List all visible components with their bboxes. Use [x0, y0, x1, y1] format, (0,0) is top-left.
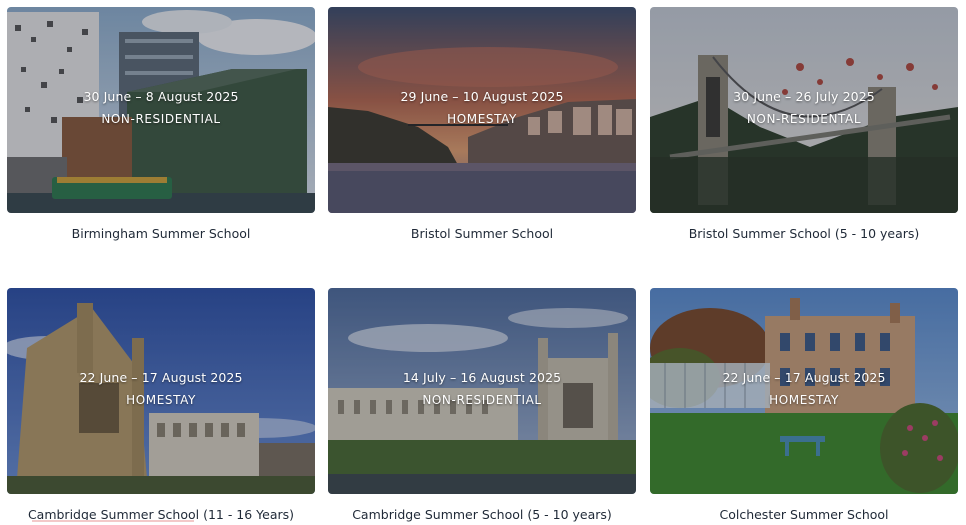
course-card-bristol-juniors[interactable]: 30 June – 26 July 2025 NON-RESIDENTAL Br…: [650, 7, 958, 241]
course-dates: 29 June – 10 August 2025: [400, 89, 564, 104]
course-accommodation-type: NON-RESIDENTAL: [746, 112, 862, 126]
course-image-cambridge-juniors[interactable]: 14 July – 16 August 2025 NON-RESIDENTIAL: [328, 288, 636, 494]
course-image-bristol-juniors[interactable]: 30 June – 26 July 2025 NON-RESIDENTAL: [650, 7, 958, 213]
course-title[interactable]: Bristol Summer School (5 - 10 years): [650, 226, 958, 241]
course-grid: 30 June – 8 August 2025 NON-RESIDENTIAL …: [0, 0, 966, 525]
course-dates: 22 June – 17 August 2025: [79, 370, 243, 385]
course-overlay: 30 June – 8 August 2025 NON-RESIDENTIAL: [7, 89, 315, 126]
course-accommodation-type: NON-RESIDENTIAL: [422, 393, 542, 407]
course-title[interactable]: Bristol Summer School: [328, 226, 636, 241]
course-image-birmingham[interactable]: 30 June – 8 August 2025 NON-RESIDENTIAL: [7, 7, 315, 213]
course-dates: 22 June – 17 August 2025: [722, 370, 886, 385]
course-card-colchester[interactable]: 22 June – 17 August 2025 HOMESTAY Colche…: [650, 288, 958, 522]
course-title[interactable]: Cambridge Summer School (5 - 10 years): [328, 507, 636, 522]
course-overlay: 29 June – 10 August 2025 HOMESTAY: [328, 89, 636, 126]
course-overlay: 30 June – 26 July 2025 NON-RESIDENTAL: [650, 89, 958, 126]
course-dates: 30 June – 26 July 2025: [733, 89, 875, 104]
course-title[interactable]: Birmingham Summer School: [7, 226, 315, 241]
course-accommodation-type: HOMESTAY: [447, 112, 517, 126]
course-image-bristol[interactable]: 29 June – 10 August 2025 HOMESTAY: [328, 7, 636, 213]
course-card-cambridge-teens[interactable]: 22 June – 17 August 2025 HOMESTAY Cambri…: [7, 288, 315, 522]
course-dates: 14 July – 16 August 2025: [402, 370, 562, 385]
course-image-colchester[interactable]: 22 June – 17 August 2025 HOMESTAY: [650, 288, 958, 494]
course-image-cambridge-teens[interactable]: 22 June – 17 August 2025 HOMESTAY: [7, 288, 315, 494]
course-overlay: 22 June – 17 August 2025 HOMESTAY: [650, 370, 958, 407]
hover-underline: [32, 520, 194, 522]
course-card-bristol[interactable]: 29 June – 10 August 2025 HOMESTAY Bristo…: [328, 7, 636, 241]
course-card-cambridge-juniors[interactable]: 14 July – 16 August 2025 NON-RESIDENTIAL…: [328, 288, 636, 522]
course-accommodation-type: HOMESTAY: [126, 393, 196, 407]
course-card-birmingham[interactable]: 30 June – 8 August 2025 NON-RESIDENTIAL …: [7, 7, 315, 241]
course-dates: 30 June – 8 August 2025: [83, 89, 239, 104]
course-accommodation-type: HOMESTAY: [769, 393, 839, 407]
course-overlay: 14 July – 16 August 2025 NON-RESIDENTIAL: [328, 370, 636, 407]
course-title[interactable]: Colchester Summer School: [650, 507, 958, 522]
course-overlay: 22 June – 17 August 2025 HOMESTAY: [7, 370, 315, 407]
course-accommodation-type: NON-RESIDENTIAL: [101, 112, 221, 126]
